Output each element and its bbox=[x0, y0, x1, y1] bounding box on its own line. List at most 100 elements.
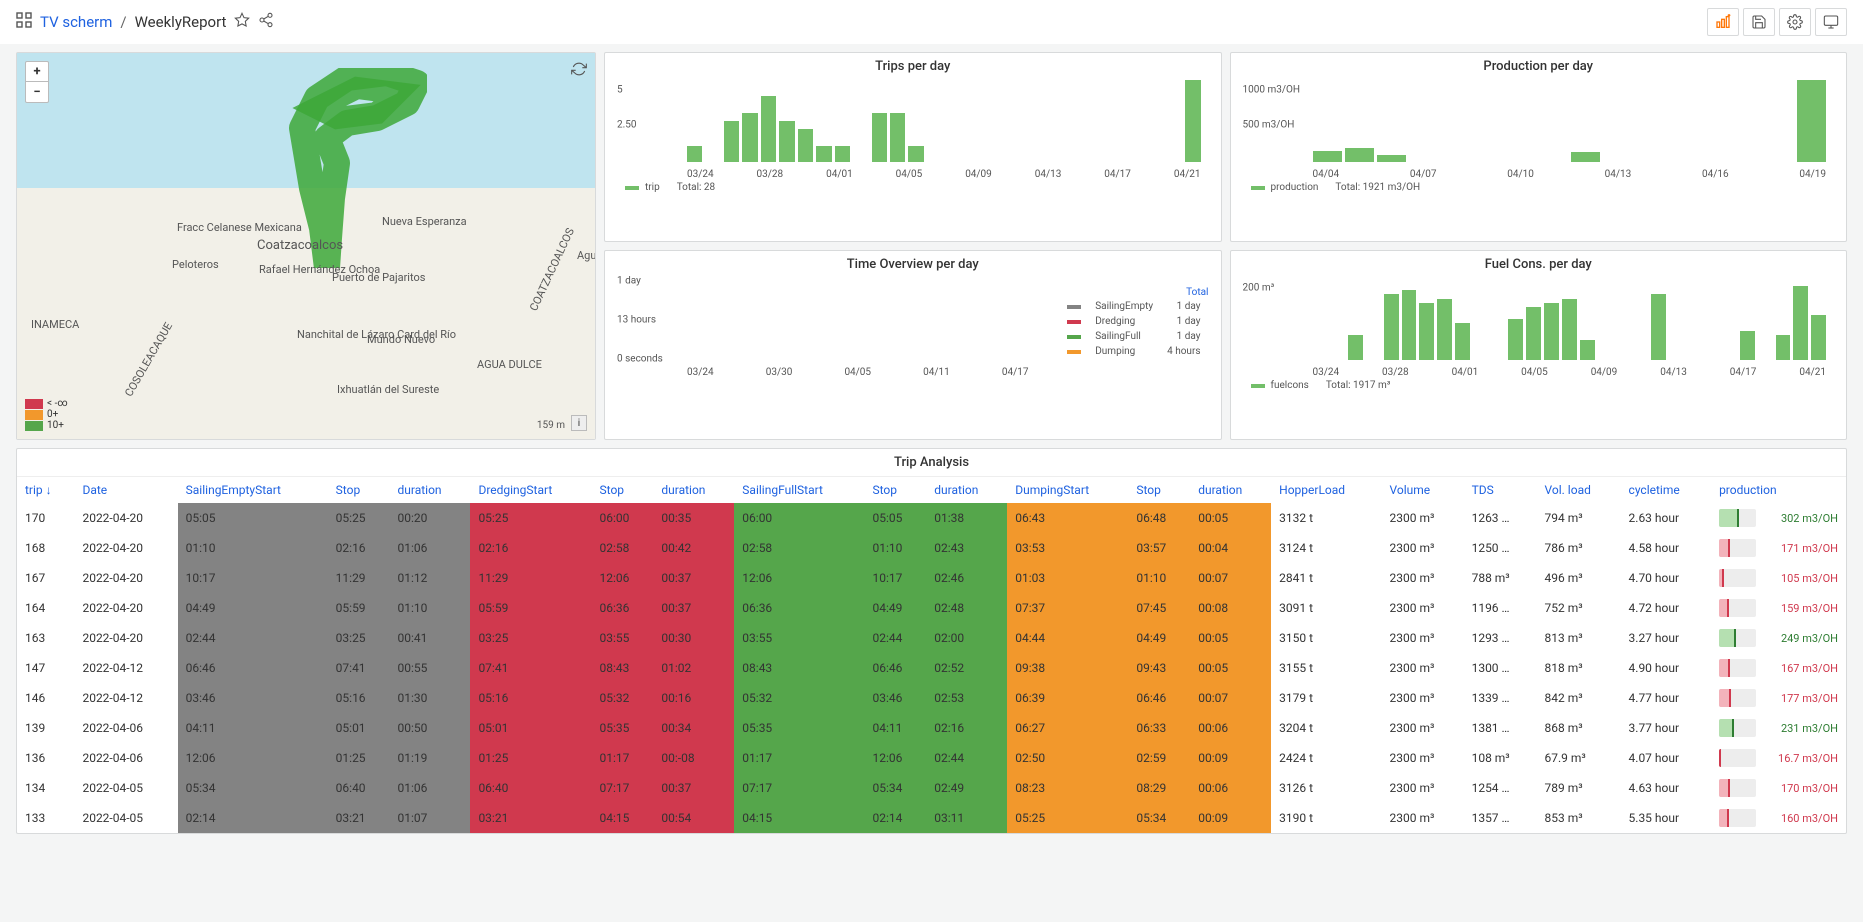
breadcrumb-parent[interactable]: TV scherm bbox=[40, 13, 112, 31]
bar bbox=[1526, 307, 1541, 360]
col-header[interactable]: Stop bbox=[328, 477, 390, 504]
cell: 03:53 bbox=[1007, 533, 1128, 563]
cell: 05:25 bbox=[1007, 803, 1128, 833]
chart-title: Production per day bbox=[1231, 53, 1847, 80]
table-row: 1362022-04-0612:0601:2501:1901:2501:1700… bbox=[17, 743, 1846, 773]
col-header[interactable]: duration bbox=[926, 477, 1007, 504]
cell: 1293 … bbox=[1464, 623, 1537, 653]
cell: 06:46 bbox=[1128, 683, 1190, 713]
col-header[interactable]: DumpingStart bbox=[1007, 477, 1128, 504]
production-cell: 302 m3/OH bbox=[1711, 503, 1846, 533]
cell: 00:37 bbox=[653, 773, 734, 803]
bar bbox=[1313, 151, 1342, 162]
zoom-in-button[interactable]: + bbox=[26, 62, 48, 82]
production-cell: 16.7 m3/OH bbox=[1711, 743, 1846, 773]
cell: 00:04 bbox=[1190, 533, 1271, 563]
cell: 06:40 bbox=[470, 773, 591, 803]
col-header[interactable]: cycletime bbox=[1621, 477, 1712, 504]
cell: 03:21 bbox=[470, 803, 591, 833]
cell: 2300 m³ bbox=[1382, 713, 1464, 743]
monitor-icon[interactable] bbox=[1815, 8, 1847, 36]
cell: 67.9 m³ bbox=[1537, 743, 1621, 773]
bar bbox=[1571, 152, 1600, 162]
col-header[interactable]: DredgingStart bbox=[470, 477, 591, 504]
cell: 04:11 bbox=[178, 713, 328, 743]
table-row: 1642022-04-2004:4905:5901:1005:5906:3600… bbox=[17, 593, 1846, 623]
gear-icon[interactable] bbox=[1779, 8, 1811, 36]
col-header[interactable]: Stop bbox=[864, 477, 926, 504]
col-header[interactable]: SailingEmptyStart bbox=[178, 477, 328, 504]
col-header[interactable]: duration bbox=[1190, 477, 1271, 504]
cell: 07:45 bbox=[1128, 593, 1190, 623]
cell: 00:42 bbox=[653, 533, 734, 563]
map[interactable]: + − Fracc Celanese MexicanaCoatzacoalcos… bbox=[17, 53, 595, 439]
refresh-icon[interactable] bbox=[571, 61, 587, 81]
map-place-label: Ixhuatlán del Sureste bbox=[337, 383, 439, 396]
cell: 09:43 bbox=[1128, 653, 1190, 683]
cell: 06:00 bbox=[734, 503, 864, 533]
cell: 3155 t bbox=[1271, 653, 1381, 683]
col-header[interactable]: trip bbox=[17, 477, 74, 504]
cell: 5.35 hour bbox=[1621, 803, 1712, 833]
bar bbox=[1402, 290, 1417, 360]
cell: 01:03 bbox=[1007, 563, 1128, 593]
add-panel-icon[interactable] bbox=[1707, 8, 1739, 36]
cell: 2022-04-20 bbox=[74, 623, 177, 653]
cell: 167 bbox=[17, 563, 74, 593]
topbar: TV scherm / WeeklyReport bbox=[0, 0, 1863, 44]
col-header[interactable]: Stop bbox=[1128, 477, 1190, 504]
cell: 08:43 bbox=[734, 653, 864, 683]
cell: 02:48 bbox=[926, 593, 1007, 623]
cell: 01:12 bbox=[390, 563, 471, 593]
cell: 2022-04-20 bbox=[74, 533, 177, 563]
cell: 2300 m³ bbox=[1382, 563, 1464, 593]
cell: 133 bbox=[17, 803, 74, 833]
cell: 07:17 bbox=[592, 773, 654, 803]
col-header[interactable]: TDS bbox=[1464, 477, 1537, 504]
chart-title: Trips per day bbox=[605, 53, 1221, 80]
cell: 06:36 bbox=[592, 593, 654, 623]
cell: 00:30 bbox=[653, 623, 734, 653]
cell: 05:25 bbox=[470, 503, 591, 533]
zoom-out-button[interactable]: − bbox=[26, 82, 48, 102]
map-legend: < -∞0+10+ bbox=[25, 398, 68, 431]
cell: 02:14 bbox=[864, 803, 926, 833]
chart-time-overview: Time Overview per day1 day13 hours0 seco… bbox=[604, 250, 1222, 440]
bar bbox=[742, 113, 757, 162]
cell: 02:16 bbox=[926, 713, 1007, 743]
col-header[interactable]: Volume bbox=[1382, 477, 1464, 504]
cell: 794 m³ bbox=[1537, 503, 1621, 533]
cell: 02:16 bbox=[470, 533, 591, 563]
bar bbox=[724, 121, 739, 162]
cell: 2022-04-12 bbox=[74, 683, 177, 713]
col-header[interactable]: SailingFullStart bbox=[734, 477, 864, 504]
production-cell: 105 m3/OH bbox=[1711, 563, 1846, 593]
table-row: 1462022-04-1203:4605:1601:3005:1605:3200… bbox=[17, 683, 1846, 713]
share-icon[interactable] bbox=[258, 12, 274, 32]
col-header[interactable]: duration bbox=[390, 477, 471, 504]
breadcrumb-separator: / bbox=[120, 13, 126, 31]
cell: 2.63 hour bbox=[1621, 503, 1712, 533]
col-header[interactable]: production bbox=[1711, 477, 1846, 504]
map-place-label: Mundo Nuevo bbox=[367, 333, 435, 346]
col-header[interactable]: Date bbox=[74, 477, 177, 504]
map-place-label: Coatzacoalcos bbox=[257, 238, 343, 253]
col-header[interactable]: duration bbox=[653, 477, 734, 504]
apps-icon[interactable] bbox=[16, 12, 32, 32]
cell: 842 m³ bbox=[1537, 683, 1621, 713]
col-header[interactable]: Vol. load bbox=[1537, 477, 1621, 504]
map-place-label: Nueva Esperanza bbox=[382, 215, 467, 228]
production-cell: 170 m3/OH bbox=[1711, 773, 1846, 803]
col-header[interactable]: HopperLoad bbox=[1271, 477, 1381, 504]
map-place-label: Puerto de Pajaritos bbox=[332, 271, 425, 284]
map-zoom: + − bbox=[25, 61, 49, 103]
cell: 00:06 bbox=[1190, 713, 1271, 743]
col-header[interactable]: Stop bbox=[592, 477, 654, 504]
map-info-button[interactable]: i bbox=[571, 415, 587, 431]
star-icon[interactable] bbox=[234, 12, 250, 32]
cell: 07:41 bbox=[470, 653, 591, 683]
cell: 00:35 bbox=[653, 503, 734, 533]
cell: 00:37 bbox=[653, 563, 734, 593]
cell: 00:05 bbox=[1190, 623, 1271, 653]
save-icon[interactable] bbox=[1743, 8, 1775, 36]
